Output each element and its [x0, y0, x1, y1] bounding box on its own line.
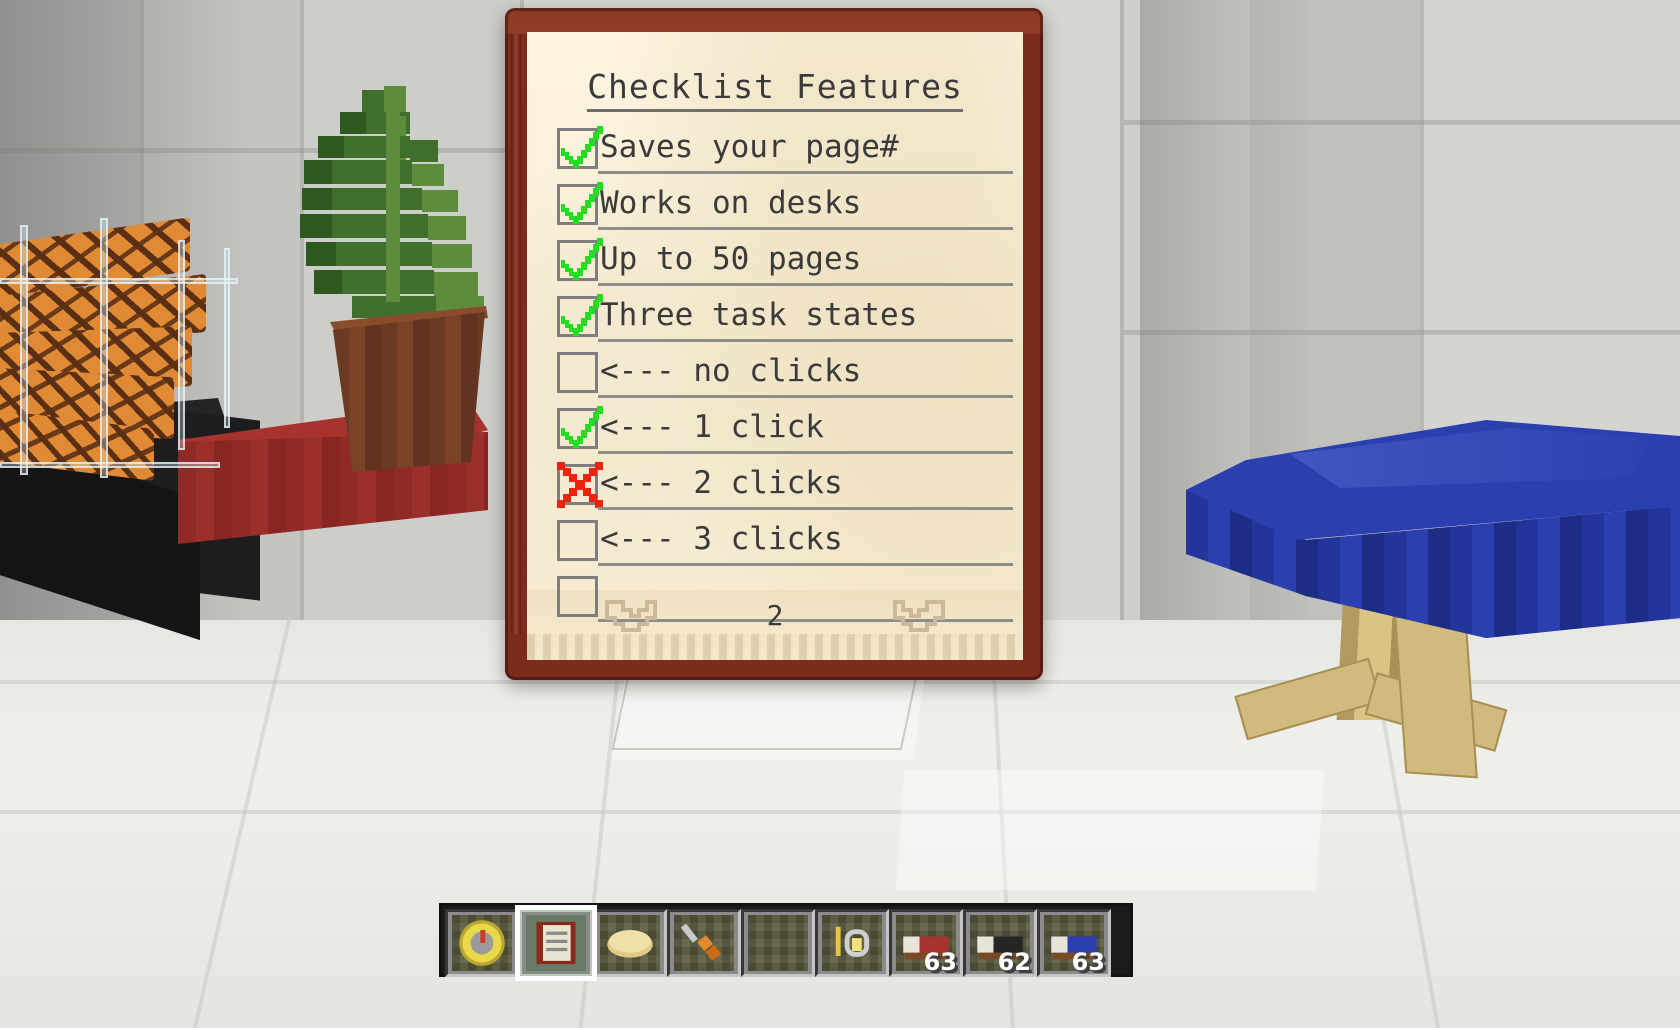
- checklist-row-text[interactable]: Saves your page#: [598, 124, 1007, 170]
- checklist-row-text[interactable]: <--- 1 click: [598, 404, 1007, 450]
- lantern-icon: [826, 917, 878, 969]
- row-underline: [598, 563, 1013, 566]
- brush-icon: [678, 917, 730, 969]
- hotbar-slot-7[interactable]: 62: [963, 909, 1037, 977]
- bread-icon: [604, 917, 656, 969]
- wall-seam: [300, 0, 304, 700]
- row-underline: [598, 451, 1013, 454]
- item-count: 63: [1071, 948, 1105, 976]
- page-title: Checklist Features: [587, 70, 963, 112]
- checklist-row[interactable]: <--- 3 clicks: [557, 516, 1013, 572]
- checkbox-checked[interactable]: [557, 182, 603, 225]
- checklist-row-text[interactable]: Works on desks: [598, 180, 1007, 226]
- glass-case-pane: [20, 225, 28, 475]
- checklist-row-text[interactable]: Three task states: [598, 292, 1007, 338]
- hotbar-slot-3[interactable]: [667, 909, 741, 977]
- flower-pot: [333, 312, 485, 472]
- hotbar-slot-8[interactable]: 63: [1037, 909, 1111, 977]
- checklist-row[interactable]: Saves your page#: [557, 124, 1013, 180]
- page-title-wrap: Checklist Features: [527, 70, 1023, 112]
- row-underline: [598, 227, 1013, 230]
- hotbar-slot-5[interactable]: [815, 909, 889, 977]
- slot-background: [748, 915, 808, 971]
- checklist-row[interactable]: <--- 1 click: [557, 404, 1013, 460]
- hotbar-slot-1[interactable]: [515, 905, 597, 981]
- glass-case-pane: [224, 248, 230, 428]
- checklist-row-text[interactable]: <--- no clicks: [598, 348, 1007, 394]
- row-underline: [598, 283, 1013, 286]
- table-leg: [1394, 615, 1478, 779]
- page-number: 2: [766, 599, 784, 632]
- checkbox-checked[interactable]: [557, 406, 603, 449]
- row-underline: [598, 395, 1013, 398]
- checkbox-checked[interactable]: [557, 238, 603, 281]
- item-count: 62: [997, 948, 1031, 976]
- wall-seam: [1120, 0, 1124, 640]
- checklist-row[interactable]: Up to 50 pages: [557, 236, 1013, 292]
- clock-icon: [456, 917, 508, 969]
- hotbar-slot-2[interactable]: [593, 909, 667, 977]
- row-underline: [598, 339, 1013, 342]
- written-book-icon: [530, 917, 582, 969]
- checklist-row-text[interactable]: <--- 3 clicks: [598, 516, 1007, 562]
- glass-case-pane: [0, 278, 238, 284]
- checklist-row-text[interactable]: <--- 2 clicks: [598, 460, 1007, 506]
- glass-case-pane: [0, 462, 220, 468]
- item-count: 63: [923, 948, 957, 976]
- checkbox-unchecked[interactable]: [557, 352, 598, 393]
- checklist-row-text[interactable]: Up to 50 pages: [598, 236, 1007, 282]
- checkbox-checked[interactable]: [557, 126, 603, 169]
- checkbox-checked[interactable]: [557, 294, 603, 337]
- row-underline: [598, 171, 1013, 174]
- hotbar-slot-0[interactable]: [445, 909, 519, 977]
- glass-case-pane: [178, 240, 185, 450]
- checklist-row[interactable]: <--- 2 clicks: [557, 460, 1013, 516]
- page-edge: [527, 634, 1023, 660]
- checklist-row[interactable]: Three task states: [557, 292, 1013, 348]
- checkbox-crossed[interactable]: [557, 462, 603, 508]
- floor-block-outline: [611, 672, 919, 750]
- hotbar-slot-6[interactable]: 63: [889, 909, 963, 977]
- hotbar[interactable]: 63 62 63: [439, 903, 1133, 981]
- checkbox-unchecked[interactable]: [557, 520, 598, 561]
- checklist-rows: Saves your page# Works on desks Up to 50 p…: [557, 124, 1013, 628]
- checklist-row[interactable]: <--- no clicks: [557, 348, 1013, 404]
- book-page: Checklist Features Saves your page# Works…: [527, 32, 1023, 660]
- glass-case-pane: [100, 218, 108, 478]
- book-spine: [511, 34, 521, 634]
- hotbar-slot-4[interactable]: [741, 909, 815, 977]
- row-underline: [598, 507, 1013, 510]
- checklist-book-gui[interactable]: Checklist Features Saves your page# Works…: [505, 8, 1043, 680]
- checklist-row[interactable]: Works on desks: [557, 180, 1013, 236]
